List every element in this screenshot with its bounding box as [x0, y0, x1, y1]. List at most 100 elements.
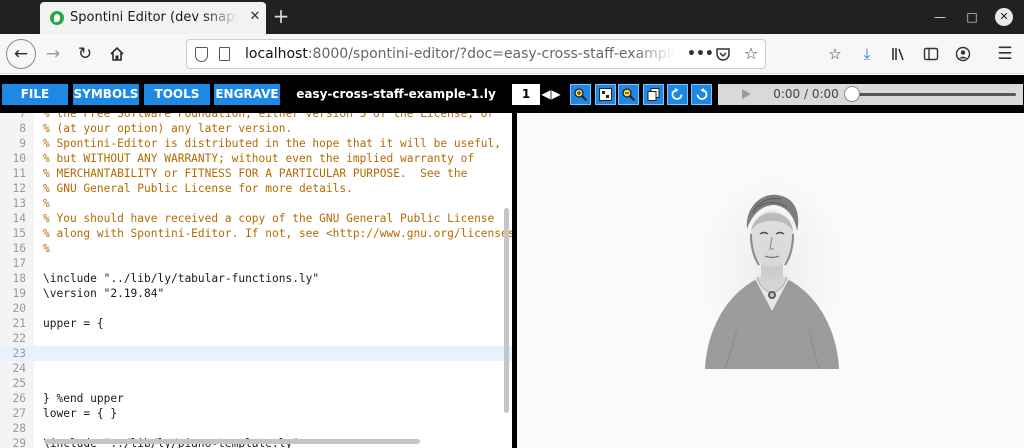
code-line[interactable]: 21 upper = {	[0, 316, 512, 331]
code-editor[interactable]: 7 % the Free Software Foundation, either …	[0, 113, 512, 448]
page-prev-icon[interactable]: ◀	[541, 84, 551, 105]
reload-button[interactable]: ↻	[72, 41, 98, 67]
line-number: 7	[19, 113, 26, 120]
bookmark-star-icon[interactable]: ☆	[741, 44, 761, 64]
code-line[interactable]: 28	[0, 421, 512, 436]
code-line[interactable]: 15 % along with Spontini-Editor. If not, …	[0, 226, 512, 241]
spontini-favicon-icon	[50, 11, 64, 25]
line-number: 13	[12, 197, 26, 210]
pages-view-button[interactable]	[643, 84, 664, 105]
file-menu-button[interactable]: FILE	[2, 84, 68, 105]
code-line[interactable]: 24	[0, 361, 512, 376]
editor-vertical-scrollbar[interactable]	[504, 208, 509, 413]
address-bar[interactable]: localhost:8000/spontini-editor/?doc=easy…	[186, 39, 766, 69]
page-info-icon[interactable]	[219, 47, 230, 61]
code-line[interactable]: 16%	[0, 241, 512, 256]
library-icon[interactable]	[888, 43, 910, 65]
window-close-button[interactable]: ✕	[995, 8, 1013, 26]
code-line[interactable]: 12 % GNU General Public License for more …	[0, 181, 512, 196]
bookmarks-icon[interactable]: ☆	[824, 43, 846, 65]
code-comment: % GNU General Public License for more de…	[43, 182, 353, 195]
code-comment: % along with Spontini-Editor. If not, se…	[43, 227, 512, 240]
line-number: 11	[12, 167, 26, 180]
tab-close-icon[interactable]: ✕	[246, 8, 264, 26]
player-time: 0:00 / 0:00	[773, 87, 839, 101]
line-number: 15	[12, 227, 26, 240]
code-comment: % You should have received a copy of the…	[43, 212, 495, 225]
symbols-menu-button[interactable]: SYMBOLS	[73, 84, 139, 105]
redo-icon	[696, 88, 708, 100]
pages-icon	[647, 88, 660, 101]
page-number-input[interactable]: 1	[512, 84, 540, 105]
line-number: 10	[12, 152, 26, 165]
code-comment: % but WITHOUT ANY WARRANTY; without even…	[43, 152, 475, 165]
window-minimize-button[interactable]: —	[929, 6, 951, 28]
tools-menu-button[interactable]: TOOLS	[144, 84, 210, 105]
tracking-shield-icon[interactable]	[195, 47, 208, 62]
code-text: \version "2.19.84"	[43, 287, 165, 300]
code-line[interactable]: 20	[0, 301, 512, 316]
code-comment: %	[43, 242, 50, 255]
url-input[interactable]: localhost:8000/spontini-editor/?doc=easy…	[245, 46, 675, 62]
zoom-in-button[interactable]	[570, 84, 591, 105]
window-maximize-button[interactable]: □	[961, 6, 983, 28]
undo-icon	[671, 88, 683, 100]
hamburger-menu-icon[interactable]: ☰	[994, 43, 1016, 65]
line-number: 8	[19, 122, 26, 135]
tab-title: Spontini Editor (dev snapshot)	[70, 10, 238, 25]
line-number: 27	[12, 407, 26, 420]
spontini-portrait-image	[702, 179, 842, 369]
page-actions-icon[interactable]: •••	[687, 44, 714, 64]
redo-button[interactable]	[691, 84, 712, 105]
download-icon[interactable]: ⤓	[856, 43, 878, 65]
code-line[interactable]: 10 % but WITHOUT ANY WARRANTY; without ev…	[0, 151, 512, 166]
code-comment: % the Free Software Foundation, either v…	[43, 113, 495, 120]
seek-slider-track[interactable]	[852, 93, 1016, 96]
line-number: 9	[19, 137, 26, 150]
code-line[interactable]: 17	[0, 256, 512, 271]
engrave-button[interactable]: ENGRAVE	[214, 84, 280, 105]
score-preview-pane[interactable]	[517, 113, 1024, 448]
undo-button[interactable]	[667, 84, 688, 105]
midi-player: 0:00 / 0:00	[718, 84, 1023, 105]
browser-tab[interactable]: Spontini Editor (dev snapshot) ✕	[40, 2, 266, 34]
code-line[interactable]: 7 % the Free Software Foundation, either …	[0, 113, 512, 121]
code-line[interactable]: 13%	[0, 196, 512, 211]
code-text: upper = {	[43, 317, 104, 330]
code-text: \include "../lib/ly/tabular-functions.ly…	[43, 272, 320, 285]
code-line[interactable]: 14 % You should have received a copy of t…	[0, 211, 512, 226]
home-button[interactable]	[104, 41, 130, 67]
account-icon[interactable]	[952, 43, 974, 65]
code-line[interactable]: 25	[0, 376, 512, 391]
zoom-fit-button[interactable]	[595, 84, 616, 105]
code-text: } %end upper	[43, 392, 124, 405]
code-line[interactable]: 27 lower = { }	[0, 406, 512, 421]
code-line[interactable]: 22	[0, 331, 512, 346]
code-line[interactable]: 26 } %end upper	[0, 391, 512, 406]
code-line[interactable]: 11 % MERCHANTABILITY or FITNESS FOR A PAR…	[0, 166, 512, 181]
zoom-out-button[interactable]	[618, 84, 639, 105]
line-number: 14	[12, 212, 26, 225]
code-line[interactable]: 18 \include "../lib/ly/tabular-functions.…	[0, 271, 512, 286]
code-text: lower = { }	[43, 407, 118, 420]
line-number: 26	[12, 392, 26, 405]
forward-button[interactable]: →	[40, 41, 66, 67]
pocket-icon[interactable]	[713, 44, 733, 64]
code-line[interactable]: 9 % Spontini-Editor is distributed in the…	[0, 136, 512, 151]
back-button[interactable]: ←	[6, 39, 36, 69]
code-line[interactable]: 8 % (at your option) any later version.	[0, 121, 512, 136]
editor-horizontal-scrollbar[interactable]	[44, 439, 420, 444]
sidebar-icon[interactable]	[920, 43, 942, 65]
code-line[interactable]: 23	[0, 346, 512, 361]
code-line[interactable]: 19 \version "2.19.84"	[0, 286, 512, 301]
line-number: 24	[12, 362, 26, 375]
seek-slider-knob[interactable]	[844, 86, 860, 102]
line-number: 23	[12, 347, 26, 360]
url-host: localhost	[245, 46, 308, 62]
code-comment: % Spontini-Editor is distributed in the …	[43, 137, 502, 150]
page-next-icon[interactable]: ▶	[551, 84, 561, 105]
play-icon[interactable]	[742, 89, 751, 99]
line-number: 29	[12, 437, 26, 448]
line-number: 20	[12, 302, 26, 315]
new-tab-button[interactable]: +	[270, 4, 292, 28]
